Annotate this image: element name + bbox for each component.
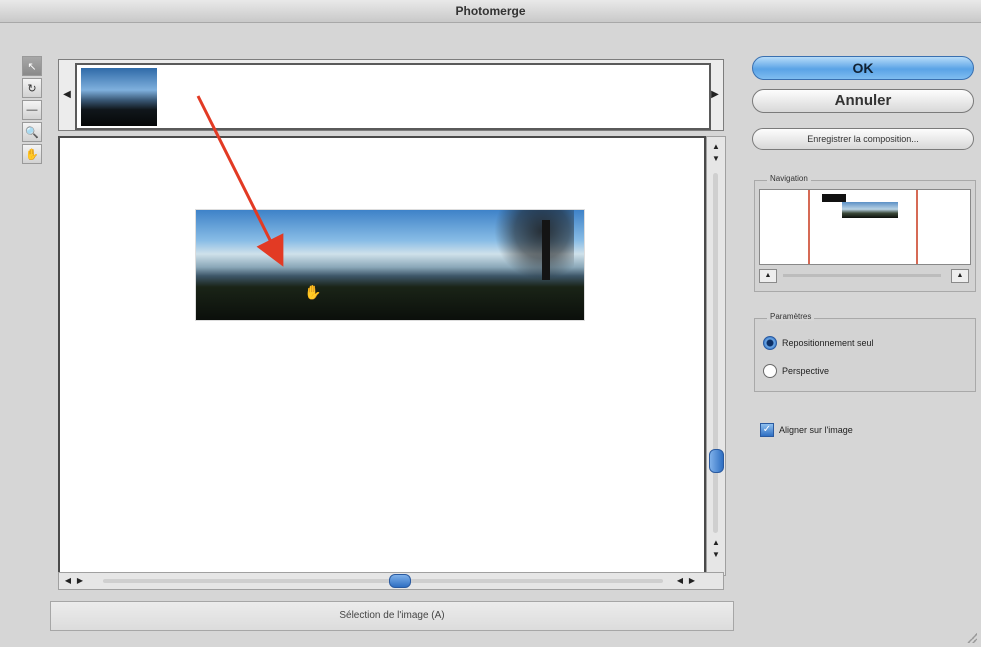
option-perspective[interactable]: Perspective: [763, 363, 829, 379]
window-title: Photomerge: [0, 0, 981, 23]
settings-label: Paramètres: [767, 312, 815, 321]
hand-tool[interactable]: ✋: [22, 144, 42, 164]
zoom-out-icon[interactable]: ▲: [759, 269, 777, 283]
vanishing-point-tool[interactable]: —: [22, 100, 42, 120]
status-bar: Sélection de l'image (A): [50, 601, 734, 631]
rotate-image-tool[interactable]: ↻: [22, 78, 42, 98]
horizontal-scrollbar[interactable]: ◀ ▶ ◀ ▶: [58, 572, 724, 590]
tool-palette: ↖ ↻ — 🔍 ✋: [22, 56, 42, 166]
zoom-tool[interactable]: 🔍: [22, 122, 42, 142]
navigator-view-left-edge: [808, 190, 810, 264]
navigation-panel: Navigation ▲ ▲: [754, 174, 976, 292]
tree-silhouette: [494, 210, 574, 280]
cancel-button[interactable]: Annuler: [752, 89, 974, 113]
scroll-down-arrow-icon[interactable]: ▼: [710, 153, 722, 165]
navigator-panorama-thumbnail: [842, 202, 898, 218]
navigation-label: Navigation: [767, 174, 811, 183]
option-label: Repositionnement seul: [782, 338, 874, 348]
radio-selected-icon[interactable]: [763, 336, 777, 350]
scroll-left-arrow-icon[interactable]: ◀: [63, 575, 73, 587]
zoom-slider-row: ▲ ▲: [759, 269, 969, 283]
radio-unselected-icon[interactable]: [763, 364, 777, 378]
option-reposition-only[interactable]: Repositionnement seul: [763, 335, 874, 351]
horizontal-scroll-track[interactable]: [103, 579, 663, 583]
tree-trunk: [542, 220, 550, 280]
panorama-image[interactable]: ✋: [196, 210, 584, 320]
vertical-scroll-track[interactable]: [713, 173, 718, 533]
composition-canvas[interactable]: ✋: [58, 136, 706, 574]
navigator-image-fragment: [822, 194, 846, 202]
scroll-down-arrow-icon[interactable]: ▼: [710, 549, 722, 561]
checkbox-label: Aligner sur l'image: [779, 425, 853, 435]
scroll-left-arrow-icon[interactable]: ◀: [675, 575, 685, 587]
settings-panel: Paramètres Repositionnement seul Perspec…: [754, 312, 976, 392]
horizontal-scroll-thumb[interactable]: [389, 574, 411, 588]
zoom-in-icon[interactable]: ▲: [951, 269, 969, 283]
vertical-scrollbar[interactable]: ▲ ▼ ▲ ▼: [706, 136, 726, 576]
vertical-scroll-thumb[interactable]: [709, 449, 724, 473]
scroll-right-arrow-icon[interactable]: ▶: [687, 575, 697, 587]
image-filmstrip: ◀ ▶: [58, 59, 724, 131]
filmstrip-thumbnail[interactable]: [81, 68, 157, 126]
resize-grip-icon[interactable]: [967, 633, 977, 643]
navigator-preview[interactable]: [759, 189, 971, 265]
zoom-slider-track[interactable]: [783, 274, 941, 277]
navigator-view-right-edge: [916, 190, 918, 264]
checkmark-icon[interactable]: ✓: [760, 423, 774, 437]
option-label: Perspective: [782, 366, 830, 376]
select-image-tool[interactable]: ↖: [22, 56, 42, 76]
snap-to-image-checkbox[interactable]: ✓ Aligner sur l'image: [760, 423, 853, 437]
filmstrip-left-arrow[interactable]: ◀: [61, 82, 73, 106]
filmstrip-right-arrow[interactable]: ▶: [709, 82, 721, 106]
scroll-up-arrow-icon[interactable]: ▲: [710, 141, 722, 153]
save-composition-button[interactable]: Enregistrer la composition...: [752, 128, 974, 150]
scroll-right-arrow-icon[interactable]: ▶: [75, 575, 85, 587]
filmstrip-lightbox: [75, 63, 711, 130]
hand-cursor-icon: ✋: [304, 284, 322, 300]
scroll-up-arrow-icon[interactable]: ▲: [710, 537, 722, 549]
ok-button[interactable]: OK: [752, 56, 974, 80]
